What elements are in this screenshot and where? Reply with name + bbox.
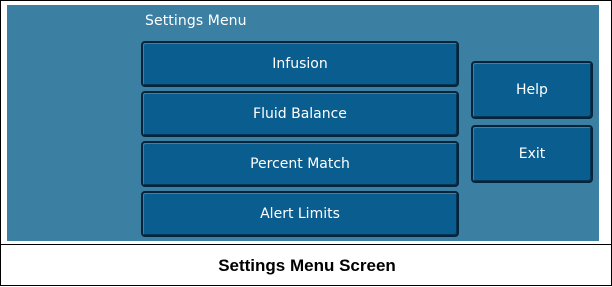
fluid-balance-button[interactable]: Fluid Balance <box>141 91 459 137</box>
exit-button[interactable]: Exit <box>471 125 593 183</box>
percent-match-button[interactable]: Percent Match <box>141 141 459 187</box>
help-button[interactable]: Help <box>471 61 593 119</box>
alert-limits-button[interactable]: Alert Limits <box>141 191 459 237</box>
infusion-button[interactable]: Infusion <box>141 41 459 87</box>
menu-title: Settings Menu <box>145 13 247 29</box>
figure-frame: Settings Menu Infusion Fluid Balance Per… <box>0 0 612 286</box>
figure-caption: Settings Menu Screen <box>218 256 396 275</box>
device-screen: Settings Menu Infusion Fluid Balance Per… <box>7 5 599 241</box>
